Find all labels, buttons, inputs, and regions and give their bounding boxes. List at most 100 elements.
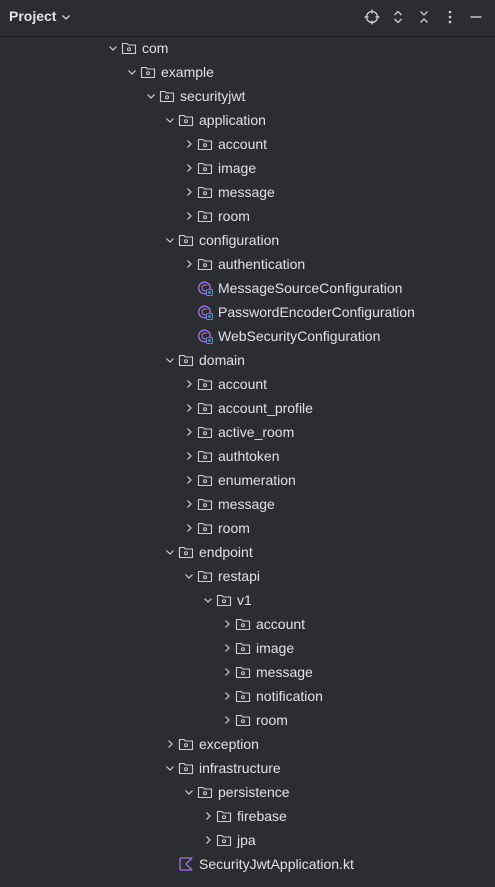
tree-item-folder[interactable]: image (0, 156, 495, 180)
tree-item-label: message (256, 664, 313, 680)
tree-item-label: enumeration (218, 472, 296, 488)
tree-item-folder[interactable]: account (0, 612, 495, 636)
chevron-right-icon[interactable] (183, 186, 195, 198)
package-folder-icon (178, 738, 194, 751)
chevron-down-icon[interactable] (164, 114, 176, 126)
chevron-right-icon[interactable] (202, 810, 214, 822)
tree-item-label: account (218, 136, 268, 152)
tree-item-folder[interactable]: notification (0, 684, 495, 708)
locate-button[interactable] (360, 6, 384, 28)
chevron-right-icon[interactable] (183, 426, 195, 438)
crosshair-icon (364, 9, 380, 25)
chevron-right-icon[interactable] (183, 378, 195, 390)
package-folder-icon (197, 498, 213, 511)
tree-item-label: exception (199, 736, 259, 752)
tree-item-folder[interactable]: persistence (0, 780, 495, 804)
tree-item-folder[interactable]: room (0, 708, 495, 732)
options-button[interactable] (438, 6, 462, 28)
tree-item-folder[interactable]: restapi (0, 564, 495, 588)
spring-configuration-class-icon (198, 281, 213, 296)
tree-item-label: account (256, 616, 306, 632)
tree-item-label: image (256, 640, 295, 656)
chevron-down-icon[interactable] (183, 786, 195, 798)
package-folder-icon (178, 234, 194, 247)
chevron-right-icon[interactable] (183, 474, 195, 486)
tree-item-file[interactable]: SecurityJwtApplication.kt (0, 852, 495, 876)
chevron-right-icon[interactable] (221, 714, 233, 726)
tree-item-file[interactable]: PasswordEncoderConfiguration (0, 300, 495, 324)
chevron-down-icon[interactable] (183, 570, 195, 582)
chevron-right-icon[interactable] (183, 522, 195, 534)
tree-item-folder[interactable]: room (0, 204, 495, 228)
chevron-right-icon[interactable] (183, 138, 195, 150)
chevron-right-icon[interactable] (221, 690, 233, 702)
chevron-down-icon[interactable] (107, 42, 119, 54)
chevron-right-icon[interactable] (183, 258, 195, 270)
tree-item-folder[interactable]: v1 (0, 588, 495, 612)
header-title: Project (9, 8, 57, 24)
chevron-down-icon[interactable] (126, 66, 138, 78)
kotlin-file-icon (179, 857, 193, 871)
chevron-right-icon[interactable] (221, 666, 233, 678)
chevron-right-icon[interactable] (164, 738, 176, 750)
chevron-down-icon[interactable] (164, 762, 176, 774)
tree-item-folder[interactable]: infrastructure (0, 756, 495, 780)
tree-item-folder[interactable]: domain (0, 348, 495, 372)
tree-item-folder[interactable]: message (0, 492, 495, 516)
chevron-right-icon[interactable] (221, 618, 233, 630)
chevron-down-icon[interactable] (164, 234, 176, 246)
tree-item-file[interactable]: WebSecurityConfiguration (0, 324, 495, 348)
project-tool-window-header: Project (0, 0, 495, 37)
project-tree[interactable]: kotlincomexamplesecurityjwtapplicationac… (0, 24, 495, 887)
tree-item-folder[interactable]: authtoken (0, 444, 495, 468)
package-folder-icon (235, 714, 251, 727)
package-folder-icon (178, 762, 194, 775)
tree-item-label: com (142, 40, 169, 56)
tree-item-folder[interactable]: enumeration (0, 468, 495, 492)
chevron-right-icon[interactable] (183, 402, 195, 414)
tree-item-label: jpa (237, 832, 256, 848)
chevron-right-icon[interactable] (183, 498, 195, 510)
chevron-down-icon[interactable] (202, 594, 214, 606)
chevron-right-icon[interactable] (202, 834, 214, 846)
tree-item-label: SecurityJwtApplication.kt (199, 856, 354, 872)
expand-all-button[interactable] (386, 6, 410, 28)
tree-item-folder[interactable]: account (0, 372, 495, 396)
chevron-right-icon[interactable] (183, 162, 195, 174)
chevron-down-icon[interactable] (164, 546, 176, 558)
tree-item-folder[interactable]: endpoint (0, 540, 495, 564)
tree-item-folder[interactable]: jpa (0, 828, 495, 852)
chevron-down-icon[interactable] (145, 90, 157, 102)
tree-item-label: image (218, 160, 257, 176)
package-folder-icon (197, 474, 213, 487)
tree-item-folder[interactable]: account_profile (0, 396, 495, 420)
tree-item-folder[interactable]: com (0, 36, 495, 60)
hide-button[interactable] (464, 6, 488, 28)
chevron-right-icon[interactable] (221, 642, 233, 654)
tree-item-folder[interactable]: authentication (0, 252, 495, 276)
package-folder-icon (197, 426, 213, 439)
tree-item-folder[interactable]: firebase (0, 804, 495, 828)
tree-item-folder[interactable]: room (0, 516, 495, 540)
tree-item-folder[interactable]: example (0, 60, 495, 84)
tree-item-folder[interactable]: exception (0, 732, 495, 756)
tree-item-folder[interactable]: message (0, 180, 495, 204)
chevron-right-icon[interactable] (183, 210, 195, 222)
tree-item-label: infrastructure (199, 760, 281, 776)
tree-item-folder[interactable]: account (0, 132, 495, 156)
tree-item-label: securityjwt (180, 88, 246, 104)
tree-item-folder[interactable]: application (0, 108, 495, 132)
tree-item-folder[interactable]: securityjwt (0, 84, 495, 108)
chevron-down-icon[interactable] (164, 354, 176, 366)
tree-item-folder[interactable]: configuration (0, 228, 495, 252)
tree-item-folder[interactable]: image (0, 636, 495, 660)
tree-item-folder[interactable]: message (0, 660, 495, 684)
tree-item-label: v1 (237, 592, 252, 608)
collapse-all-button[interactable] (412, 6, 436, 28)
tree-item-folder[interactable]: active_room (0, 420, 495, 444)
project-view-selector[interactable]: Project (9, 8, 72, 24)
tree-item-file[interactable]: MessageSourceConfiguration (0, 276, 495, 300)
chevron-right-icon[interactable] (183, 450, 195, 462)
package-folder-icon (197, 138, 213, 151)
tree-item-label: configuration (199, 232, 280, 248)
